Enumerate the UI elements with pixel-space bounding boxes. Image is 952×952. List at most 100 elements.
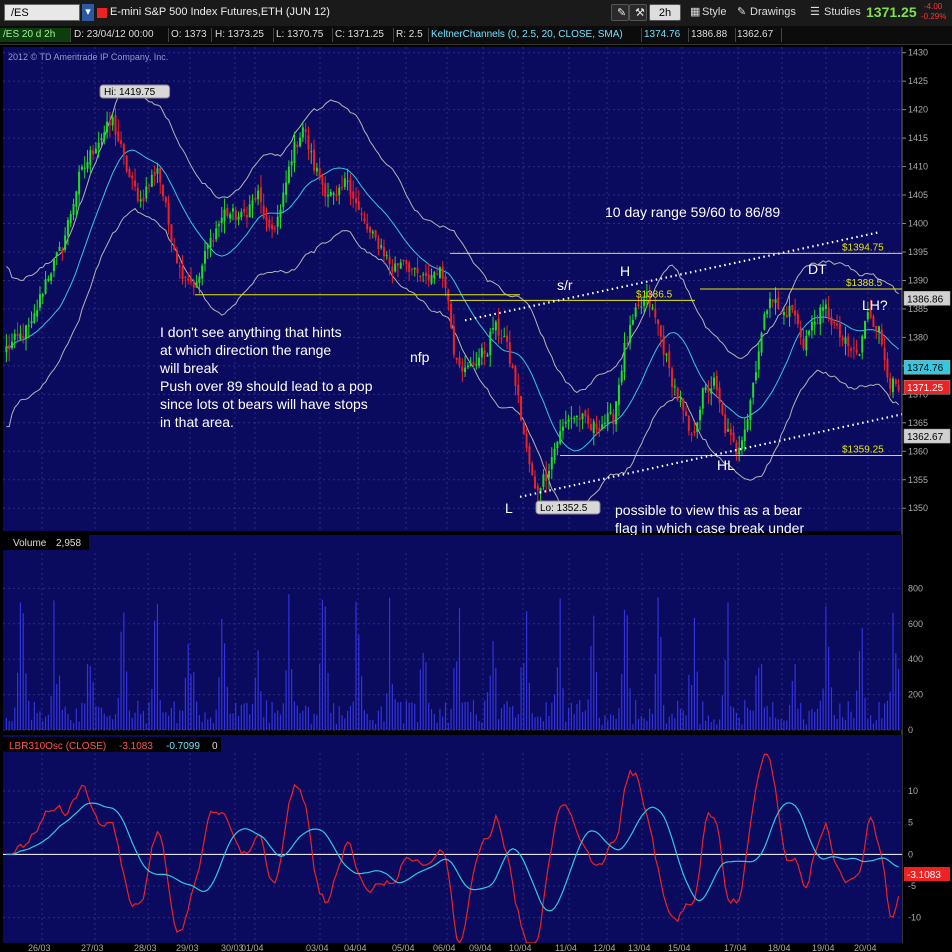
candle-body xyxy=(273,227,276,229)
candle-body xyxy=(318,168,321,180)
instrument-description: E-mini S&P 500 Index Futures,ETH (JUN 12… xyxy=(110,6,330,18)
oscillator-panel[interactable]: LBR310Osc (CLOSE) -3.1083 -0.7099 0 -10-… xyxy=(3,735,950,943)
candle-body xyxy=(766,310,769,315)
volume-panel[interactable]: Volume 2,958 0 200 400 600 800 xyxy=(3,535,923,735)
candle-body xyxy=(606,413,609,424)
candle-body xyxy=(215,228,218,240)
candle-body xyxy=(511,365,514,369)
candle-body xyxy=(343,178,346,188)
bar-open: O: 1373 xyxy=(168,28,212,42)
candle-body xyxy=(794,310,797,316)
volume-tick-label: 600 xyxy=(908,619,923,629)
symbol-period: /ES 20 d 2h xyxy=(0,28,71,42)
last-price: 1371.25 xyxy=(866,4,917,20)
candle-body xyxy=(704,387,707,391)
annotation-text: H xyxy=(620,263,630,279)
candle-body xyxy=(366,223,369,230)
date-tick-label: 12/04 xyxy=(593,943,616,952)
drawings-icon[interactable]: ✎ xyxy=(737,4,746,21)
candle-body xyxy=(679,400,682,403)
candle-body xyxy=(78,171,81,195)
candle-body xyxy=(880,329,883,345)
studies-icon[interactable]: ☰ xyxy=(810,4,820,21)
date-tick-label: 10/04 xyxy=(509,943,532,952)
candle-body xyxy=(575,415,578,418)
bar-low: L: 1370.75 xyxy=(273,28,333,42)
candle-body xyxy=(494,321,497,331)
candle-body xyxy=(231,208,234,212)
candle-body xyxy=(27,325,30,327)
candle-body xyxy=(36,310,39,317)
oscillator-zero-value: 0 xyxy=(212,741,218,752)
candle-body xyxy=(75,191,78,207)
candle-body xyxy=(410,269,413,271)
link-color-icon[interactable] xyxy=(97,8,107,18)
candle-body xyxy=(584,410,587,417)
candle-body xyxy=(561,426,564,431)
candle-body xyxy=(402,259,405,262)
candle-body xyxy=(47,278,50,281)
date-tick-label: 19/04 xyxy=(812,943,835,952)
candle-body xyxy=(282,192,285,207)
candle-body xyxy=(388,256,391,265)
candle-body xyxy=(573,418,576,420)
candle-body xyxy=(816,322,819,325)
candle-body xyxy=(864,320,867,339)
candle-body xyxy=(377,238,380,249)
candle-body xyxy=(44,279,47,294)
level-label: $1386.5 xyxy=(636,289,673,300)
candle-body xyxy=(464,367,467,373)
candle-body xyxy=(413,267,416,270)
timeframe-button[interactable]: 2h xyxy=(649,4,681,21)
candle-body xyxy=(517,384,520,396)
candle xyxy=(872,314,875,328)
candle-body xyxy=(153,171,156,176)
candle-body xyxy=(472,361,475,366)
candle-body xyxy=(536,485,539,491)
candle-body xyxy=(55,252,58,257)
candle-body xyxy=(514,366,517,386)
candle xyxy=(520,395,523,422)
style-button[interactable]: Style xyxy=(702,4,726,21)
annotation-text: 10 day range 59/60 to 86/89 xyxy=(605,204,780,220)
date-axis: 26/03 27/03 28/03 29/03 30/0301/04 03/04 04/04… xyxy=(28,943,877,952)
candle-body xyxy=(245,215,248,218)
candle xyxy=(450,300,453,330)
candle-body xyxy=(525,433,528,448)
candle-body xyxy=(69,214,72,224)
candle-body xyxy=(430,275,433,284)
symbol-dropdown-icon[interactable]: ▾ xyxy=(82,4,94,21)
date-tick-label: 05/04 xyxy=(392,943,415,952)
chart-area[interactable]: 1350135513601365137013751380138513901395… xyxy=(0,44,952,952)
candle-body xyxy=(855,349,858,353)
study-name[interactable]: KeltnerChannels (0, 2.5, 20, CLOSE, SMA) xyxy=(428,28,642,42)
pencil-icon[interactable]: ✎ xyxy=(611,4,629,21)
candle-body xyxy=(836,323,839,326)
date-tick-label: 04/04 xyxy=(344,943,367,952)
candle-body xyxy=(713,377,716,386)
candle-body xyxy=(5,346,8,353)
date-tick-label: 27/03 xyxy=(81,943,104,952)
candle-body xyxy=(405,260,408,265)
candle-body xyxy=(117,131,120,141)
candle-body xyxy=(38,294,41,308)
candle-body xyxy=(122,144,125,155)
candle-body xyxy=(427,274,430,281)
drawings-button[interactable]: Drawings xyxy=(750,4,796,21)
candle-body xyxy=(469,362,472,367)
volume-axis: 0 200 400 600 800 xyxy=(908,583,923,735)
candle-body xyxy=(547,470,550,478)
style-icon[interactable]: ▦ xyxy=(690,4,700,21)
annotation-text: DT xyxy=(808,261,827,277)
oscillator-last-tag: -3.1083 xyxy=(904,867,950,882)
candle-body xyxy=(416,267,419,274)
candle-body xyxy=(466,365,469,368)
candle-body xyxy=(534,476,537,489)
candle-body xyxy=(623,342,626,372)
studies-button[interactable]: Studies xyxy=(824,4,861,21)
candle-body xyxy=(131,175,134,179)
symbol-input[interactable]: /ES xyxy=(4,4,80,21)
candle-body xyxy=(740,440,743,449)
candle-body xyxy=(234,210,237,221)
wrench-icon[interactable]: ⚒ xyxy=(629,4,647,21)
